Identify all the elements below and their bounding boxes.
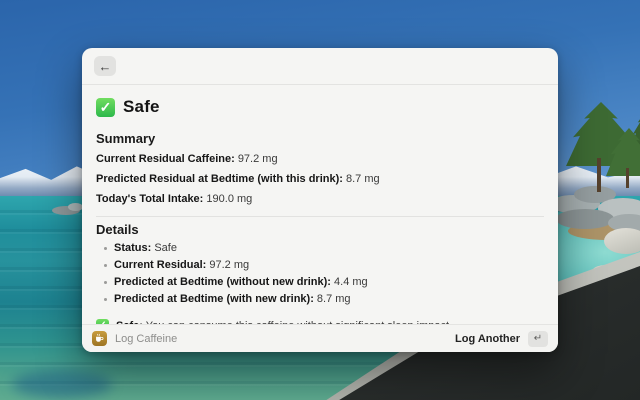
detail-value: 4.4 mg [334,276,368,288]
panel-header: ← [82,48,558,85]
panel-footer: Log Caffeine Log Another ↵ [82,324,558,352]
check-icon: ✓ [96,98,115,117]
detail-label: Current Residual: [114,259,206,271]
wallpaper-tree-trunk [626,168,629,188]
return-key-icon[interactable]: ↵ [528,331,548,347]
footer-app-name: Log Caffeine [115,333,177,345]
wallpaper-tree-trunk [597,158,601,192]
list-item: Status: Safe [114,240,544,257]
details-heading: Details [96,222,544,237]
summary-label: Current Residual Caffeine: [96,153,235,165]
summary-value: 97.2 mg [238,153,278,165]
wallpaper-water-shadow [12,370,112,398]
summary-value: 190.0 mg [206,193,252,205]
summary-heading: Summary [96,131,544,146]
list-item: Predicted at Bedtime (with new drink): 8… [114,291,544,308]
details-list: Status: Safe Current Residual: 97.2 mg P… [96,240,544,308]
summary-row: Current Residual Caffeine: 97.2 mg [96,149,544,169]
list-item: Predicted at Bedtime (without new drink)… [114,274,544,291]
detail-label: Predicted at Bedtime (without new drink)… [114,276,331,288]
summary-row: Predicted Residual at Bedtime (with this… [96,169,544,189]
summary-value: 8.7 mg [346,173,380,185]
back-button[interactable]: ← [94,56,116,76]
detail-value: 97.2 mg [209,259,249,271]
wallpaper-boulder [604,228,640,254]
page-title: Safe [123,97,160,117]
section-divider [96,216,544,217]
summary-label: Today's Total Intake: [96,193,203,205]
detail-value: Safe [154,242,177,254]
log-another-button[interactable]: Log Another [455,333,520,345]
wallpaper-rock [556,209,614,229]
title-row: ✓ Safe [96,97,544,117]
panel-content: ✓ Safe Summary Current Residual Caffeine… [82,85,558,332]
list-item: Current Residual: 97.2 mg [114,257,544,274]
detail-label: Status: [114,242,151,254]
summary-row: Today's Total Intake: 190.0 mg [96,189,544,209]
caffeine-result-panel: ← ✓ Safe Summary Current Residual Caffei… [82,48,558,352]
back-arrow-icon: ← [99,60,112,73]
detail-value: 8.7 mg [317,293,351,305]
coffee-cup-icon [92,331,107,346]
summary-label: Predicted Residual at Bedtime (with this… [96,173,343,185]
detail-label: Predicted at Bedtime (with new drink): [114,293,314,305]
wallpaper-rock [68,203,83,211]
